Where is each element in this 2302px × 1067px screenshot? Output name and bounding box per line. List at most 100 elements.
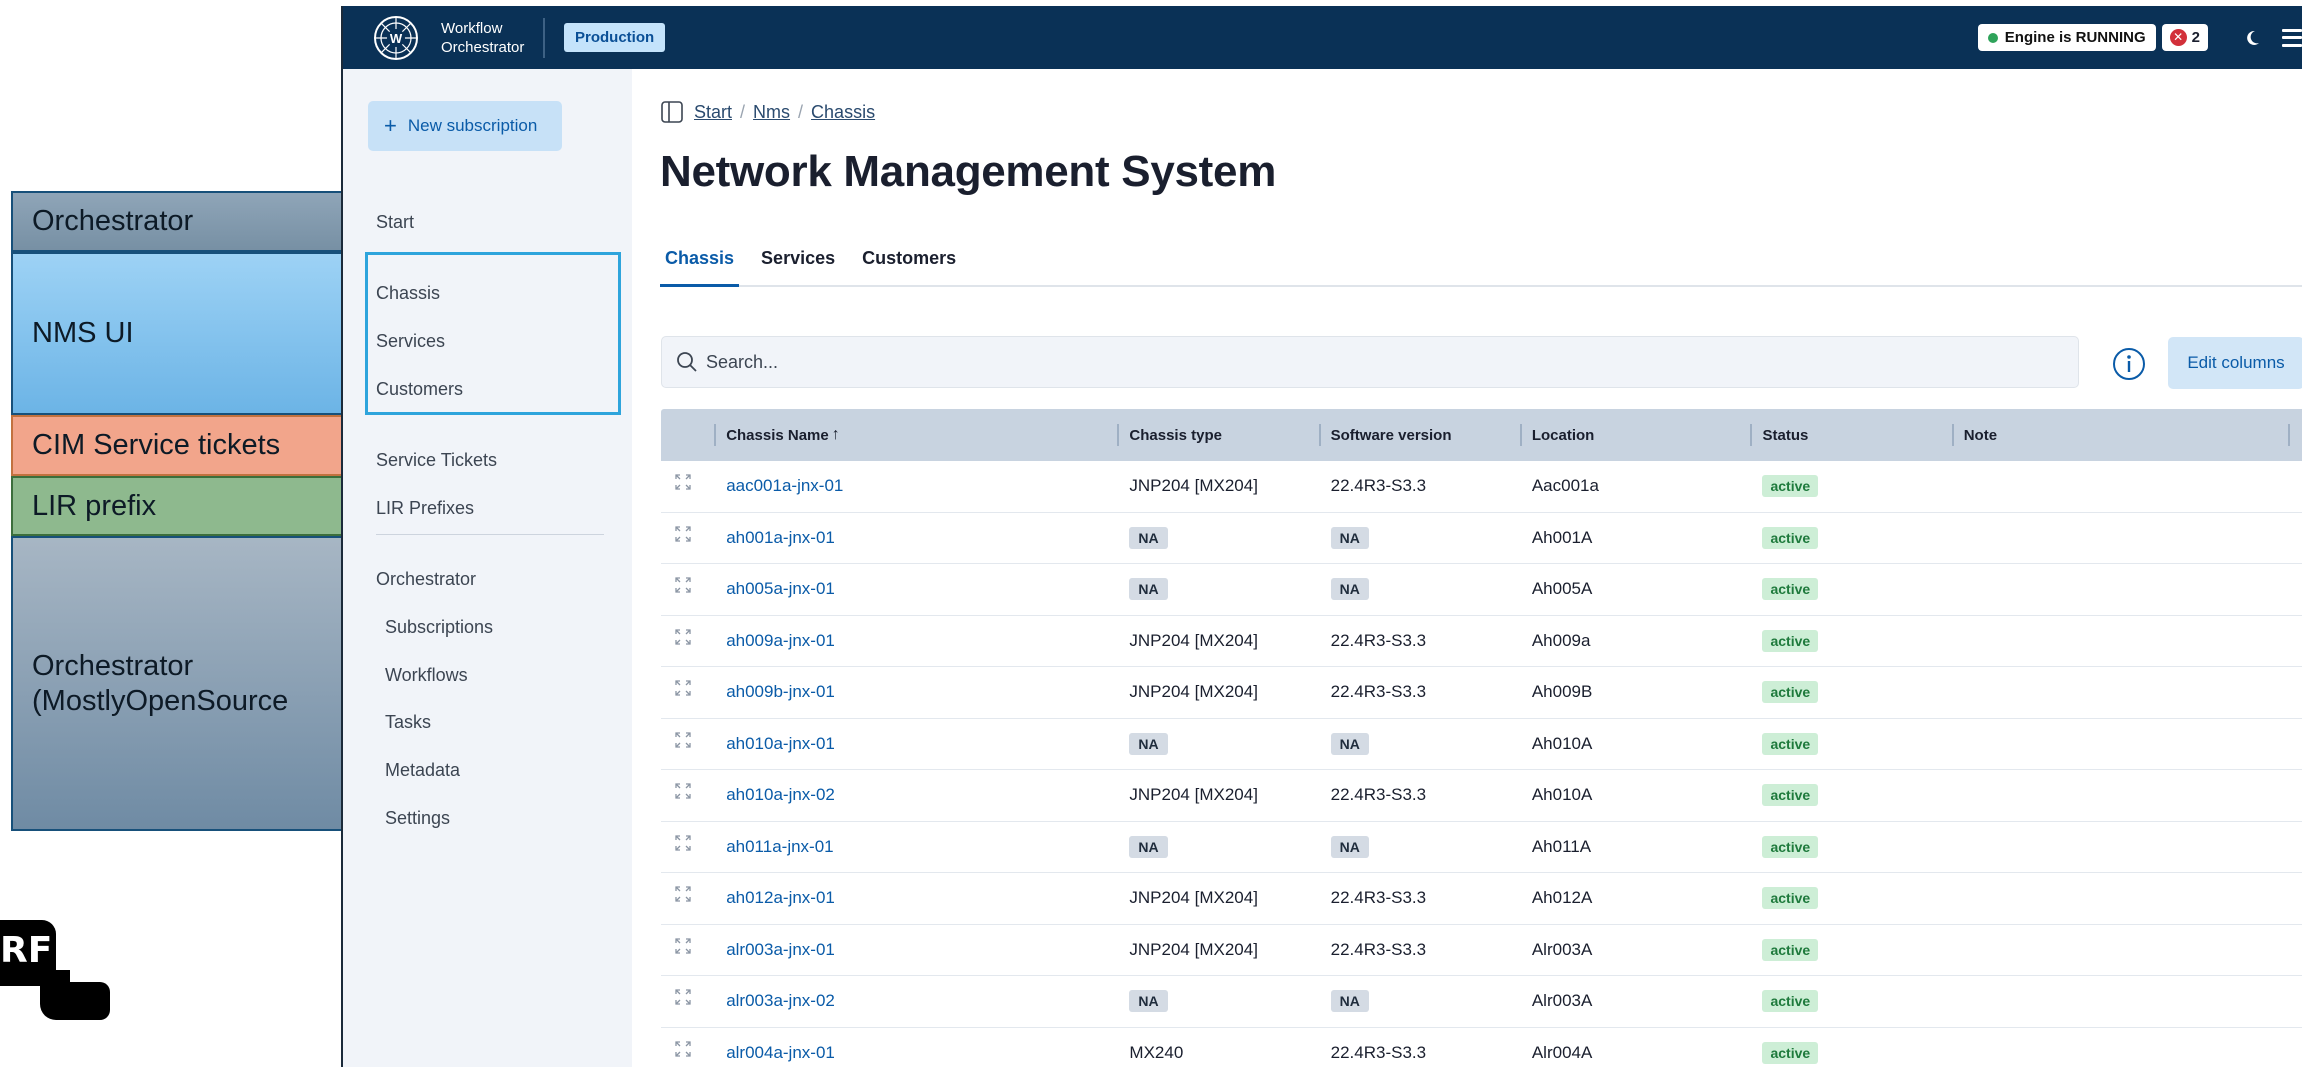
- status-badge: active: [1762, 784, 1819, 807]
- status-badge: active: [1762, 526, 1819, 549]
- chassis-type: JNP204 [MX204]: [1129, 785, 1258, 805]
- breadcrumb-start[interactable]: Start: [694, 102, 732, 123]
- workflow-orchestrator-app: W Workflow Orchestrator Production Engin…: [341, 6, 2302, 1067]
- software-version: 22.4R3-S3.3: [1330, 630, 1427, 650]
- edit-columns-button[interactable]: Edit columns: [2168, 337, 2302, 389]
- column-header-location[interactable]: Location: [1522, 409, 1753, 461]
- status-badge: active: [1762, 732, 1819, 755]
- breadcrumb: Start / Nms / Chassis: [661, 101, 875, 123]
- chassis-name-link[interactable]: ah011a-jnx-01: [726, 837, 833, 856]
- breadcrumb-chassis[interactable]: Chassis: [811, 102, 875, 123]
- new-subscription-button[interactable]: + New subscription: [368, 101, 562, 151]
- chassis-name-link[interactable]: ah012a-jnx-01: [726, 888, 835, 907]
- search-input[interactable]: [706, 351, 2006, 373]
- location: Ah001A: [1531, 527, 1593, 547]
- sidebar-item-tasks[interactable]: Tasks: [385, 712, 431, 733]
- status-badge: active: [1762, 578, 1819, 601]
- chassis-name-link[interactable]: ah009b-jnx-01: [726, 682, 835, 701]
- column-header-chassis-name[interactable]: Chassis Name ↑: [716, 409, 1120, 461]
- chassis-type-na-badge: NA: [1129, 835, 1168, 858]
- chassis-name-link[interactable]: ah010a-jnx-01: [726, 734, 835, 753]
- software-version-na-badge: NA: [1330, 990, 1369, 1013]
- tab-customers[interactable]: Customers: [857, 241, 961, 287]
- orchestrator-logo-icon[interactable]: W: [373, 15, 419, 61]
- chassis-name-link[interactable]: ah009a-jnx-01: [726, 631, 835, 650]
- top-bar: W Workflow Orchestrator Production Engin…: [343, 6, 2302, 69]
- info-icon[interactable]: [2112, 347, 2146, 381]
- software-version: 22.4R3-S3.3: [1330, 888, 1427, 908]
- status-dot-icon: [1987, 32, 1998, 43]
- expand-row-icon[interactable]: [661, 938, 716, 954]
- location: Ah011A: [1531, 836, 1592, 856]
- chassis-type-na-badge: NA: [1129, 578, 1168, 601]
- expand-row-icon[interactable]: [661, 989, 716, 1005]
- sidebar-item-lir-prefixes[interactable]: LIR Prefixes: [376, 498, 474, 519]
- chassis-name-link[interactable]: ah005a-jnx-01: [726, 579, 835, 598]
- sidebar-item-chassis[interactable]: Chassis: [376, 283, 440, 304]
- software-version-na-badge: NA: [1330, 732, 1369, 755]
- app-title: Workflow Orchestrator: [441, 19, 525, 56]
- table-row: ah010a-jnx-01 NA NA Ah010A active: [661, 719, 2302, 770]
- error-count-badge[interactable]: ✕ 2: [2161, 24, 2208, 51]
- expand-row-icon[interactable]: [661, 783, 716, 799]
- software-version: 22.4R3-S3.3: [1330, 476, 1427, 496]
- search-box: [661, 336, 2079, 388]
- sidebar-item-metadata[interactable]: Metadata: [385, 760, 460, 781]
- hamburger-menu-icon[interactable]: [2282, 28, 2302, 47]
- chassis-type-na-badge: NA: [1129, 990, 1168, 1013]
- breadcrumb-nms[interactable]: Nms: [753, 102, 790, 123]
- status-badge: active: [1762, 629, 1819, 652]
- chassis-name-link[interactable]: alr003a-jnx-01: [726, 940, 835, 959]
- table-row: aac001a-jnx-01 JNP204 [MX204] 22.4R3-S3.3 A…: [661, 461, 2302, 513]
- annotation-orchestrator: Orchestrator: [11, 191, 365, 252]
- sidebar-item-subscriptions[interactable]: Subscriptions: [385, 617, 493, 638]
- location: Ah005A: [1531, 579, 1593, 599]
- chassis-name-link[interactable]: aac001a-jnx-01: [726, 476, 843, 495]
- location: Ah012A: [1531, 888, 1593, 908]
- expand-row-icon[interactable]: [661, 629, 716, 645]
- sidebar-item-customers[interactable]: Customers: [376, 379, 463, 400]
- location: Ah010A: [1531, 785, 1593, 805]
- tab-services[interactable]: Services: [756, 241, 840, 287]
- column-header-chassis-type[interactable]: Chassis type: [1119, 409, 1321, 461]
- chassis-name-link[interactable]: alr003a-jnx-02: [726, 991, 835, 1010]
- column-header-software-version[interactable]: Software version: [1321, 409, 1523, 461]
- column-header-note[interactable]: Note: [1954, 409, 2302, 461]
- expand-row-icon[interactable]: [661, 732, 716, 748]
- sidebar-toggle-icon[interactable]: [661, 101, 683, 123]
- tab-chassis[interactable]: Chassis: [660, 241, 740, 287]
- sort-ascending-icon: ↑: [831, 426, 840, 443]
- sidebar-divider: [376, 534, 604, 535]
- expand-row-icon[interactable]: [661, 835, 716, 851]
- expand-row-icon[interactable]: [661, 1041, 716, 1057]
- status-badge: active: [1762, 835, 1819, 858]
- annotation-cim-service-tickets: CIM Service tickets: [11, 415, 365, 476]
- sidebar-item-service-tickets[interactable]: Service Tickets: [376, 450, 497, 471]
- chassis-name-link[interactable]: ah001a-jnx-01: [726, 528, 835, 547]
- sidebar-item-start[interactable]: Start: [376, 212, 414, 233]
- annotation-mostly-open-source: Orchestrator (MostlyOpenSource: [11, 536, 365, 831]
- engine-status[interactable]: Engine is RUNNING: [1977, 24, 2156, 51]
- column-header-status[interactable]: Status: [1752, 409, 1954, 461]
- expand-row-icon[interactable]: [661, 886, 716, 902]
- plus-icon: +: [384, 113, 397, 138]
- dark-mode-moon-icon[interactable]: [2246, 29, 2264, 47]
- table-row: ah009a-jnx-01 JNP204 [MX204] 22.4R3-S3.3 Ah…: [661, 616, 2302, 667]
- sidebar-item-orchestrator[interactable]: Orchestrator: [376, 569, 476, 590]
- sidebar-item-settings[interactable]: Settings: [385, 808, 450, 829]
- sidebar-item-workflows[interactable]: Workflows: [385, 665, 468, 686]
- sidebar-item-services[interactable]: Services: [376, 331, 445, 352]
- location: Ah009a: [1531, 630, 1591, 650]
- chassis-name-link[interactable]: alr004a-jnx-01: [726, 1043, 835, 1062]
- chassis-name-link[interactable]: ah010a-jnx-02: [726, 785, 835, 804]
- software-version-na-badge: NA: [1330, 526, 1369, 549]
- software-version-na-badge: NA: [1330, 578, 1369, 601]
- expand-row-icon[interactable]: [661, 577, 716, 593]
- expand-row-icon[interactable]: [661, 474, 716, 490]
- status-badge: active: [1762, 681, 1819, 704]
- expand-row-icon[interactable]: [661, 680, 716, 696]
- expand-row-icon[interactable]: [661, 526, 716, 542]
- location: Alr004A: [1531, 1042, 1593, 1062]
- location: Alr003A: [1531, 939, 1593, 959]
- search-icon: [677, 352, 697, 372]
